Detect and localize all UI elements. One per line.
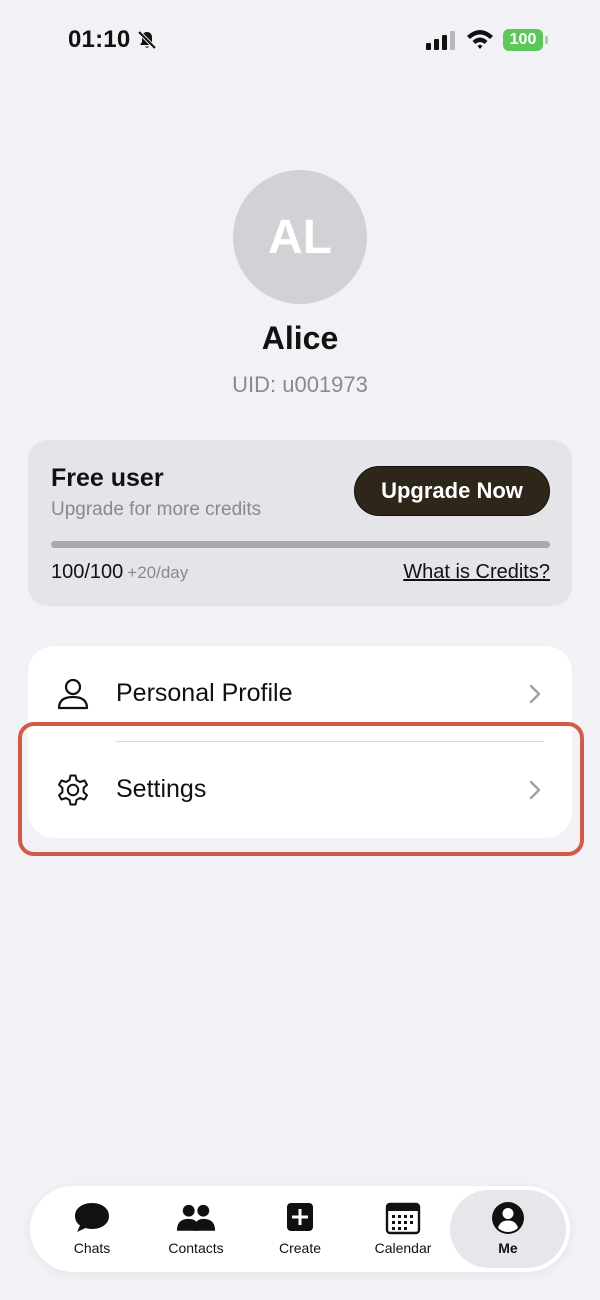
plus-square-icon [287, 1203, 313, 1231]
tab-label: Contacts [168, 1240, 224, 1256]
credits-progress-fill [51, 541, 550, 548]
wifi-icon [467, 30, 493, 49]
plan-subtitle: Upgrade for more credits [51, 499, 262, 520]
chat-bubble-icon [75, 1203, 109, 1232]
credits-rate: +20/day [127, 563, 189, 582]
user-name: Alice [261, 320, 339, 356]
person-icon [57, 678, 89, 710]
credits-count-line: 100/100 +20/day [51, 561, 188, 584]
gear-icon [58, 774, 88, 806]
tab-create[interactable]: Create [260, 1186, 340, 1272]
tab-label: Chats [73, 1240, 111, 1256]
calendar-icon [385, 1202, 421, 1235]
tab-chats[interactable]: Chats [30, 1186, 154, 1272]
user-uid: UID: u001973 [232, 372, 368, 397]
credits-progress-bar [51, 541, 550, 548]
plan-title: Free user [51, 464, 164, 492]
battery-level: 100 [503, 29, 543, 51]
tab-bar: Chats Contacts Create Calendar Me [30, 1186, 570, 1272]
tab-label: Create [278, 1240, 322, 1256]
credits-card: Free user Upgrade for more credits Upgra… [28, 440, 572, 606]
tab-label: Calendar [374, 1240, 432, 1256]
tab-contacts[interactable]: Contacts [154, 1186, 238, 1272]
status-bar: 01:10 100 [0, 0, 600, 80]
contacts-icon [176, 1204, 216, 1231]
upgrade-now-button[interactable]: Upgrade Now [354, 466, 550, 516]
menu-item-settings[interactable]: Settings [28, 742, 572, 838]
tab-me[interactable]: Me [450, 1186, 566, 1272]
menu-item-label: Settings [116, 775, 207, 803]
battery-cap [545, 36, 548, 44]
cellular-signal-icon [426, 31, 455, 50]
tab-label: Me [498, 1240, 518, 1256]
bell-muted-icon [137, 30, 157, 50]
status-time: 01:10 [68, 26, 131, 53]
tab-calendar[interactable]: Calendar [360, 1186, 446, 1272]
menu-item-personal-profile[interactable]: Personal Profile [28, 646, 572, 742]
what-is-credits-link[interactable]: What is Credits? [403, 561, 550, 584]
user-circle-icon [492, 1202, 524, 1234]
battery-indicator: 100 [503, 29, 549, 51]
credits-count: 100/100 [51, 561, 124, 583]
chevron-right-icon [529, 684, 541, 704]
menu-card: Personal Profile Settings [28, 646, 572, 838]
avatar[interactable]: AL [233, 170, 367, 304]
menu-item-label: Personal Profile [116, 679, 293, 707]
chevron-right-icon [529, 780, 541, 800]
